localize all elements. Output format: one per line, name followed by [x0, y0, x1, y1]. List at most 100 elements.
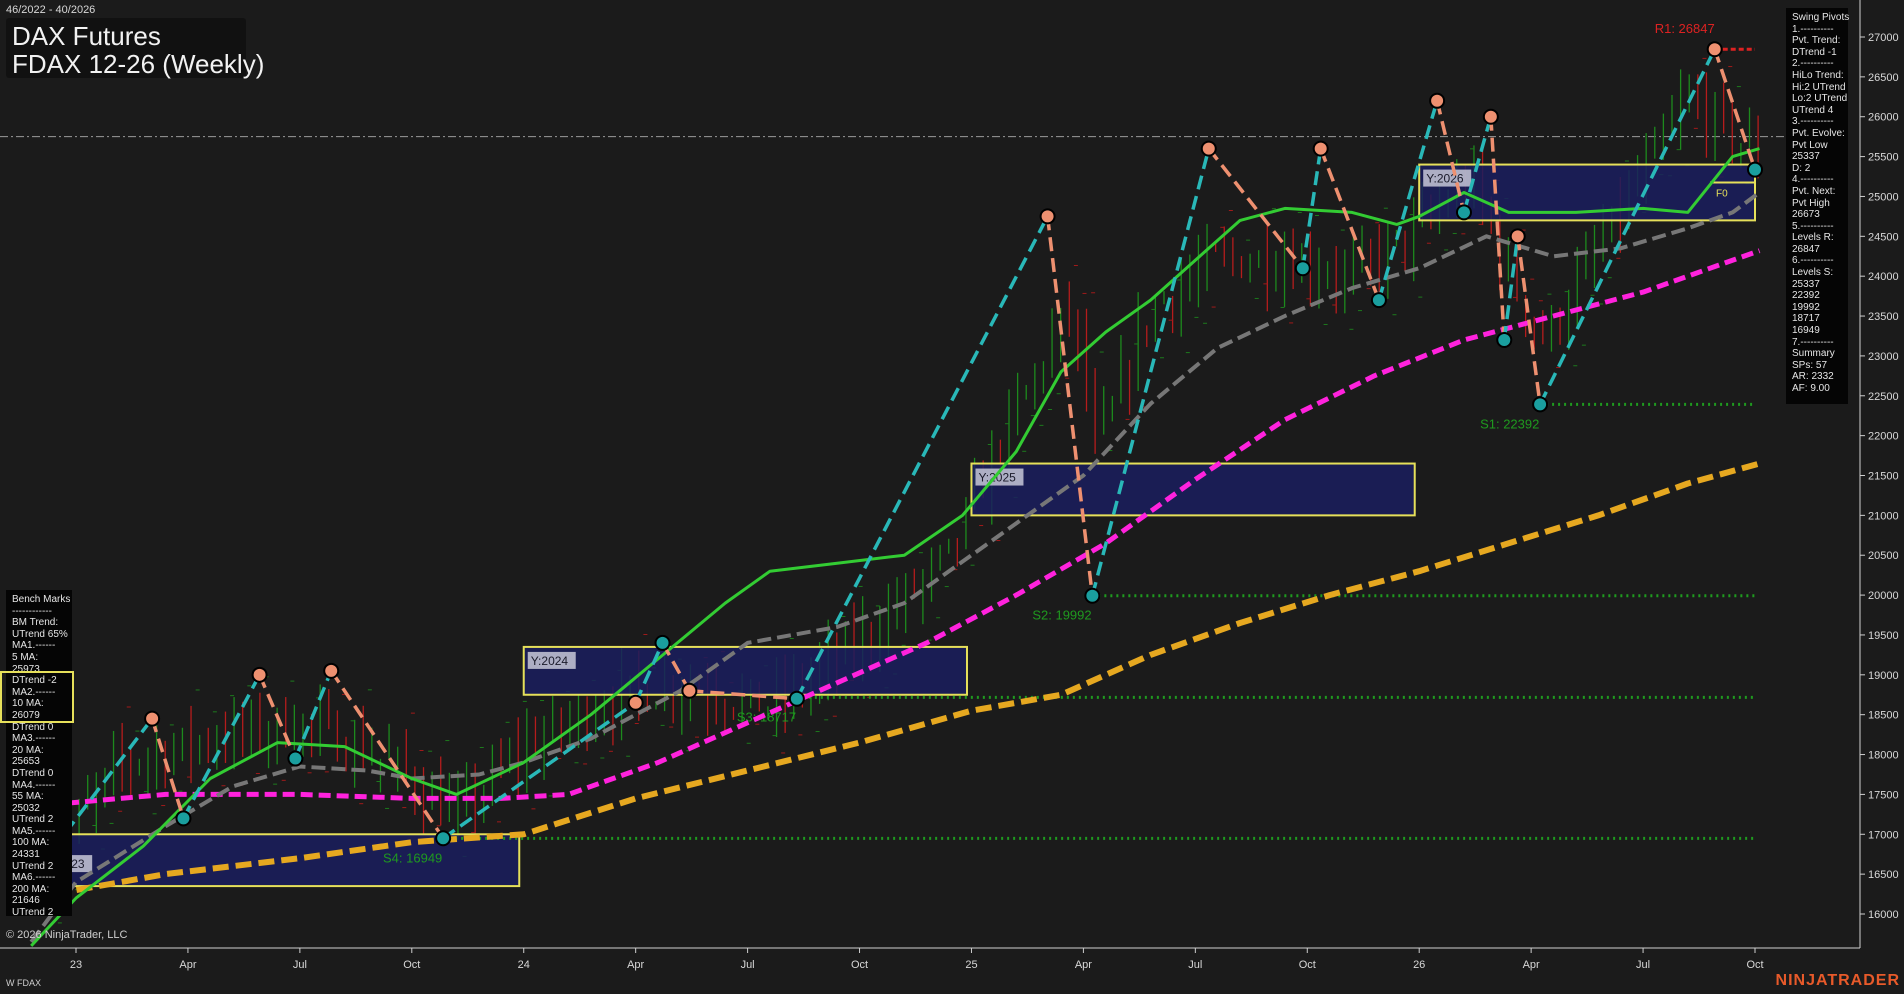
year-box-label: Y:2024	[531, 654, 569, 668]
swing-pivots-heading: Swing Pivots	[1792, 12, 1850, 23]
swing-pivot-line: 25337	[1792, 151, 1820, 163]
y-tick-label: 23500	[1868, 311, 1899, 323]
x-tick-label: Oct	[1746, 959, 1763, 971]
support-level-label: S2: 19992	[1032, 608, 1091, 623]
pivot-low-marker	[1747, 161, 1763, 178]
pivot-high-marker	[251, 666, 268, 683]
swing-pivot-line: Pvt. Trend:	[1792, 35, 1841, 47]
benchmark-line: ------------	[12, 605, 52, 617]
swing-pivot-line: SPs: 57	[1792, 359, 1828, 371]
plot-area[interactable]	[0, 0, 1860, 948]
swing-pivot-line: DTrend -1	[1792, 46, 1837, 58]
swing-pivot-line: 16949	[1792, 325, 1820, 337]
instrument-title: DAX Futures	[12, 21, 161, 51]
price-chart[interactable]: Y:2023Y:2024Y:2025Y:2026 R1: 26847S1: 22…	[0, 0, 1904, 994]
benchmark-line: MA6.------	[12, 872, 56, 884]
benchmark-line: 21646	[12, 895, 40, 907]
y-tick-label: 17500	[1868, 789, 1899, 801]
benchmark-line: MA1.------	[12, 640, 56, 652]
x-tick-label: Jul	[1188, 959, 1202, 971]
pivot-low-marker	[1496, 331, 1513, 348]
benchmark-line: 25032	[12, 802, 40, 814]
x-tick-label: Oct	[403, 959, 420, 971]
x-tick-label: Apr	[1075, 959, 1092, 971]
pivot-low-marker	[1370, 292, 1387, 309]
support-level-label: S4: 16949	[383, 850, 442, 865]
y-tick-label: 22000	[1868, 431, 1899, 443]
x-tick-label: Apr	[1523, 959, 1540, 971]
swing-pivot-line: 3.----------	[1792, 116, 1834, 128]
benchmark-line: 55 MA:	[12, 791, 44, 803]
swing-pivot-line: 22392	[1792, 290, 1820, 302]
y-tick-label: 16500	[1868, 869, 1899, 881]
brand-logo: NINJATRADER	[1775, 972, 1900, 989]
benchmark-line: 20 MA:	[12, 744, 44, 756]
y-tick-label: 22500	[1868, 391, 1899, 403]
y-tick-label: 17000	[1868, 829, 1899, 841]
y-tick-label: 25500	[1868, 152, 1899, 164]
benchmark-line: 24331	[12, 849, 40, 861]
swing-pivot-line: AR: 2332	[1792, 371, 1834, 383]
y-tick-label: 20500	[1868, 550, 1899, 562]
pivot-low-marker	[435, 830, 452, 847]
x-tick-label: 24	[518, 959, 530, 971]
y-tick-label: 20000	[1868, 590, 1899, 602]
y-tick-label: 26000	[1868, 112, 1899, 124]
copyright: © 2026 NinjaTrader, LLC	[6, 929, 128, 941]
y-tick-label: 21500	[1868, 471, 1899, 483]
y-tick-label: 23000	[1868, 351, 1899, 363]
swing-pivot-line: 7.----------	[1792, 336, 1834, 348]
benchmark-line: DTrend 0	[12, 721, 54, 733]
pivot-low-marker	[287, 750, 304, 767]
swing-pivot-line: 5.----------	[1792, 220, 1834, 232]
swing-pivot-line: D: 2	[1792, 162, 1811, 174]
benchmark-line: DTrend 0	[12, 767, 54, 779]
pivot-low-marker	[1455, 204, 1472, 221]
pivot-low-marker	[1532, 396, 1549, 413]
title-box: DAX Futures FDAX 12-26 (Weekly)	[6, 18, 264, 79]
y-tick-label: 24500	[1868, 231, 1899, 243]
pivot-low-marker	[788, 690, 805, 707]
swing-pivot-line: 25337	[1792, 278, 1820, 290]
swing-pivot-line: Levels R:	[1792, 232, 1834, 244]
swing-pivot-line: Summary	[1792, 348, 1835, 360]
contract-title: FDAX 12-26 (Weekly)	[12, 49, 265, 79]
x-tick-label: Jul	[1636, 959, 1650, 971]
x-tick-label: Jul	[741, 959, 755, 971]
swing-pivot-line: 2.----------	[1792, 58, 1834, 70]
swing-pivot-line: 18717	[1792, 313, 1820, 325]
pivot-high-marker	[627, 694, 644, 711]
y-tick-label: 24000	[1868, 271, 1899, 283]
benchmark-line: 5 MA:	[12, 651, 39, 663]
pivot-low-marker	[1294, 260, 1311, 277]
x-tick-label: 25	[965, 959, 977, 971]
benchmark-line: 25653	[12, 756, 40, 768]
x-tick-label: Apr	[179, 959, 196, 971]
pivot-high-marker	[1312, 140, 1329, 157]
benchmark-line: MA5.------	[12, 825, 56, 837]
price-axis: 16000 16500 17000 17500 18000 18500 19000 19500…	[1860, 32, 1899, 921]
pivot-high-marker	[681, 682, 698, 699]
pivot-low-marker	[1084, 587, 1101, 604]
resistance-level-label: R1: 26847	[1655, 21, 1715, 36]
benchmark-line: UTrend 2	[12, 907, 54, 919]
swing-pivot-line: Hi:2 UTrend	[1792, 81, 1846, 93]
y-tick-label: 19000	[1868, 670, 1899, 682]
pivot-low-marker	[654, 634, 671, 651]
x-tick-label: Oct	[851, 959, 868, 971]
y-tick-label: 18500	[1868, 710, 1899, 722]
x-tick-label: Apr	[627, 959, 644, 971]
swing-pivot-line: Pvt Low	[1792, 139, 1828, 151]
year-box	[970, 462, 1416, 517]
swing-pivots-lines: 1.---------- Pvt. Trend: DTrend -1 2.------…	[1792, 24, 1847, 395]
y-tick-label: 19500	[1868, 630, 1899, 642]
pivot-high-marker	[1706, 41, 1723, 58]
x-tick-label: 23	[70, 959, 82, 971]
y-tick-label: 25000	[1868, 191, 1899, 203]
benchmark-line: UTrend 65%	[12, 628, 68, 640]
swing-pivots-panel: Swing Pivots 1.---------- Pvt. Trend: DTren…	[1786, 8, 1850, 404]
x-tick-label: 26	[1413, 959, 1425, 971]
swing-pivot-line: AF: 9.00	[1792, 383, 1830, 394]
benchmarks-highlight	[0, 671, 74, 723]
swing-pivot-line: Pvt. Next:	[1792, 185, 1836, 197]
